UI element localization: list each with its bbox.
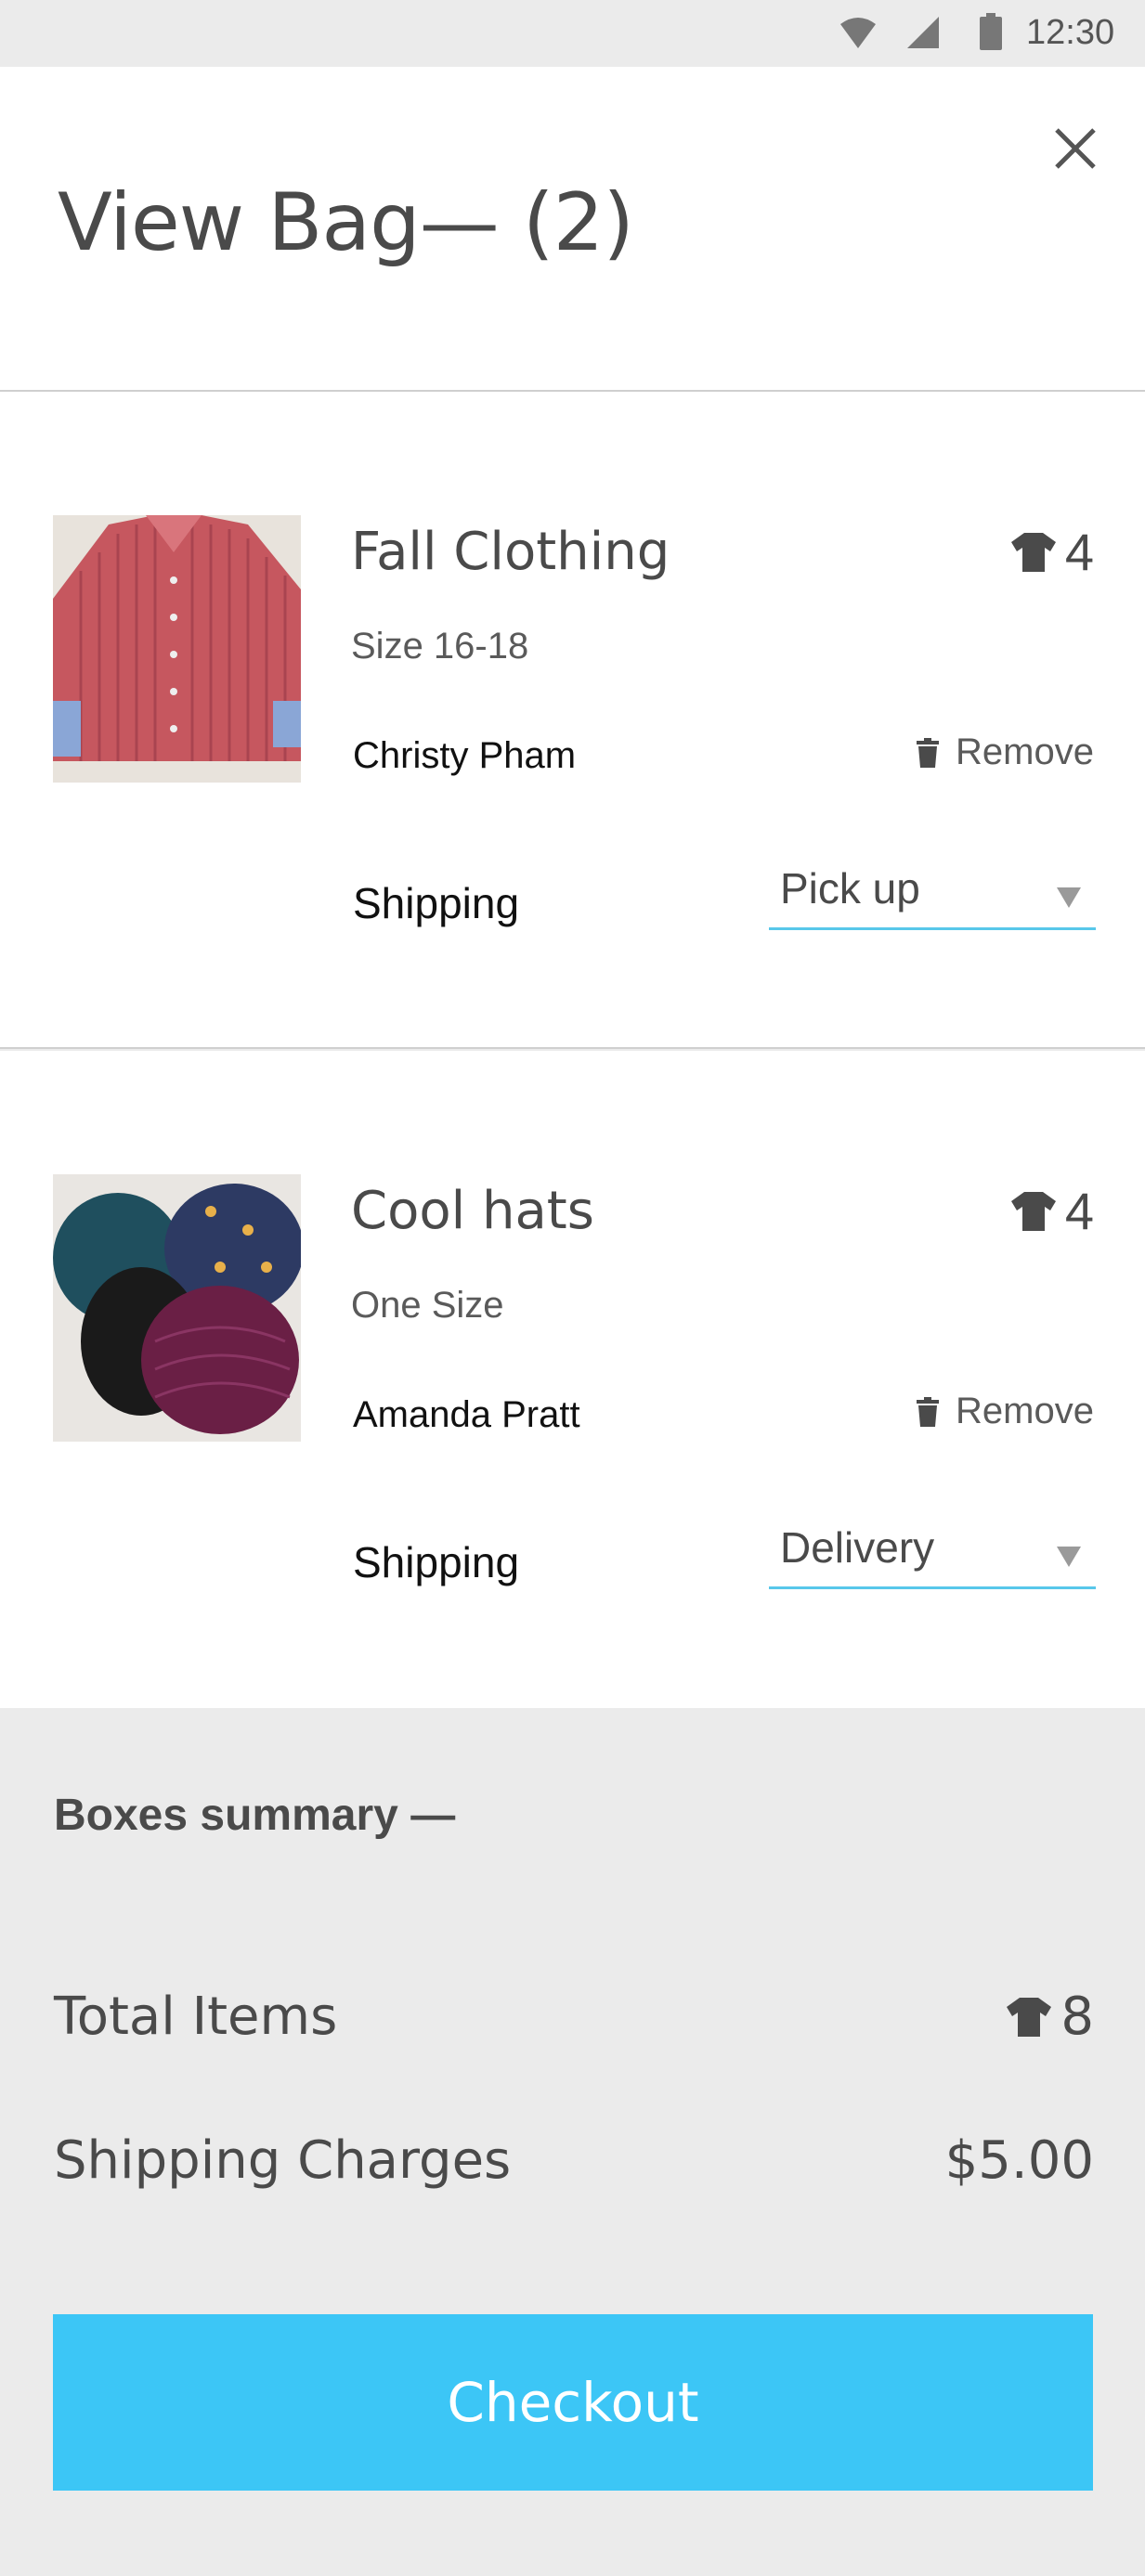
item-quantity: 4 <box>1010 1181 1094 1241</box>
status-time: 12:30 <box>1026 13 1115 52</box>
item-size: Size 16-18 <box>351 626 529 667</box>
bag-header: View Bag— (2) <box>0 67 1145 392</box>
wifi-icon <box>840 18 876 48</box>
item-size: One Size <box>351 1285 504 1326</box>
shipping-label: Shipping <box>353 879 520 927</box>
item-owner: Amanda Pratt <box>353 1394 580 1435</box>
remove-button[interactable]: Remove <box>917 1391 1094 1432</box>
summary-title[interactable]: Boxes summary — <box>54 1790 455 1841</box>
status-bar: 12:30 <box>0 0 1145 67</box>
total-items-value: 8 <box>1007 1987 1094 2047</box>
shipping-select[interactable]: Pick up <box>769 856 1096 930</box>
bag-item: Fall Clothing 4 Size 16-18 Christy Pham … <box>0 392 1145 1049</box>
item-owner: Christy Pham <box>353 735 577 776</box>
shipping-select-value: Delivery <box>780 1523 935 1572</box>
checkout-button[interactable]: Checkout <box>53 2314 1093 2491</box>
item-quantity-value: 4 <box>1064 1182 1094 1240</box>
dropdown-arrow-icon <box>1057 1547 1081 1567</box>
boxes-summary: Boxes summary — Total Items 8 Shipping C… <box>0 1708 1145 2576</box>
shipping-charges-value: $5.00 <box>944 2130 1094 2191</box>
remove-label: Remove <box>956 731 1094 772</box>
signal-icon <box>907 17 939 48</box>
shirt-icon <box>1007 1997 1052 2037</box>
page-title: View Bag— (2) <box>58 176 634 269</box>
total-items-label: Total Items <box>54 1987 338 2047</box>
trash-icon <box>917 737 940 768</box>
bag-item: Cool hats 4 One Size Amanda Pratt Remove… <box>0 1051 1145 1708</box>
item-name: Fall Clothing <box>351 522 670 582</box>
shipping-charges-label: Shipping Charges <box>54 2130 512 2191</box>
trash-icon <box>917 1396 940 1427</box>
shipping-label: Shipping <box>353 1538 520 1586</box>
shipping-select[interactable]: Delivery <box>769 1515 1096 1589</box>
shirt-icon <box>1010 1191 1056 1231</box>
item-thumbnail-shirt[interactable] <box>53 515 301 783</box>
close-icon[interactable] <box>1047 121 1103 176</box>
remove-button[interactable]: Remove <box>917 731 1094 773</box>
item-quantity: 4 <box>1010 522 1094 582</box>
dropdown-arrow-icon <box>1057 887 1081 908</box>
shirt-icon <box>1010 532 1056 572</box>
battery-icon <box>980 13 1002 50</box>
total-items-count: 8 <box>1060 1987 1094 2047</box>
remove-label: Remove <box>956 1391 1094 1431</box>
item-quantity-value: 4 <box>1064 523 1094 581</box>
item-name: Cool hats <box>351 1181 594 1241</box>
item-thumbnail-hats[interactable] <box>53 1174 301 1442</box>
shipping-select-value: Pick up <box>780 864 920 913</box>
